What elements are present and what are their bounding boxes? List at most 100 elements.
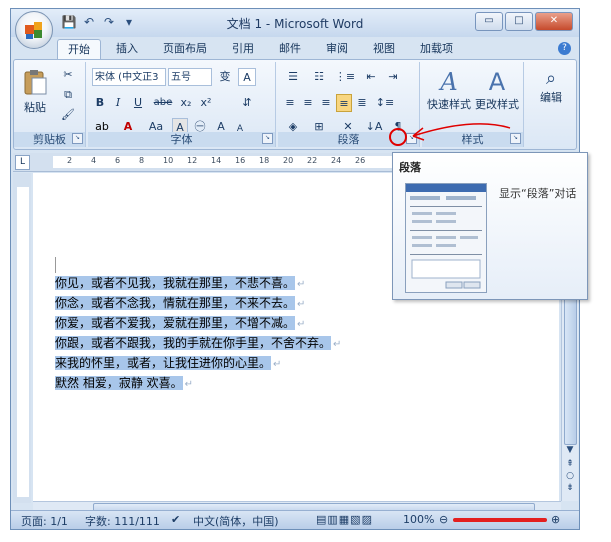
strikethrough-button[interactable]: abe xyxy=(152,94,174,112)
next-page-icon[interactable]: ⇟ xyxy=(564,483,576,493)
bold-button[interactable]: B xyxy=(92,94,108,112)
change-case-icon[interactable]: ⇵ xyxy=(238,94,256,112)
document-text[interactable]: 你见，或者不见我，我就在那里，不悲不喜。 ↵ 你念，或者不念我，情就在那里，不来不去… xyxy=(55,273,341,393)
superscript-button[interactable]: x² xyxy=(198,94,214,112)
title-bar: 💾 ↶ ↷ ▾ 文档 1 - Microsoft Word ▭ □ ✕ xyxy=(11,9,579,37)
format-painter-icon[interactable]: 🖌 xyxy=(58,106,78,124)
zoom-slider[interactable] xyxy=(453,518,547,522)
selected-text[interactable]: 来我的怀里，或者，让我住进你的心里。 xyxy=(55,356,272,370)
font-size-select[interactable]: 五号 xyxy=(168,68,212,86)
document-line[interactable]: 默然 相爱，寂静 欢喜。 ↵ xyxy=(55,373,341,393)
ruler-number: 6 xyxy=(115,156,121,165)
scroll-down-icon[interactable]: ▼ xyxy=(564,445,576,455)
tooltip-description: 显示“段落”对话 xyxy=(499,187,577,200)
tab-home[interactable]: 开始 xyxy=(57,39,101,60)
text-cursor xyxy=(55,257,56,273)
quick-styles-icon: A xyxy=(440,68,458,96)
ruler-number: 14 xyxy=(211,156,222,165)
tab-insert[interactable]: 插入 xyxy=(106,39,148,59)
minimize-button[interactable]: ▭ xyxy=(475,12,503,31)
zoom-in-icon[interactable]: ⊕ xyxy=(551,513,560,526)
proofing-icon[interactable]: ✔ xyxy=(171,513,180,526)
window-controls: ▭ □ ✕ xyxy=(475,12,573,31)
bullets-icon[interactable]: ☰ xyxy=(282,68,304,86)
office-button[interactable] xyxy=(15,11,53,49)
underline-button[interactable]: U xyxy=(130,94,146,112)
selected-text[interactable]: 你念，或者不念我，情就在那里，不来不去。 xyxy=(55,296,296,310)
paste-button[interactable]: 粘贴 xyxy=(20,68,50,115)
zoom-level[interactable]: 100% xyxy=(403,513,434,526)
browse-object-icon[interactable]: ○ xyxy=(564,471,576,481)
view-buttons[interactable]: ▤▥▦▧▨ xyxy=(316,513,373,526)
clear-format-icon[interactable]: 变 xyxy=(216,68,234,86)
justify-icon[interactable]: ≡ xyxy=(336,94,352,112)
ruler-number: 2 xyxy=(67,156,73,165)
tab-addins[interactable]: 加载项 xyxy=(410,39,463,59)
word-count[interactable]: 字数: 111/111 xyxy=(85,513,160,529)
copy-icon[interactable]: ⧉ xyxy=(58,86,78,104)
tab-view[interactable]: 视图 xyxy=(363,39,405,59)
change-styles-button[interactable]: A 更改样式 xyxy=(474,68,520,112)
font-group-label: 字体 xyxy=(88,132,275,147)
tab-selector-icon[interactable]: L xyxy=(15,155,30,170)
ruler-number: 8 xyxy=(139,156,145,165)
selected-text[interactable]: 你跟，或者不跟我，我的手就在你手里，不舍不弃。 xyxy=(55,336,332,350)
ruler-number: 18 xyxy=(259,156,270,165)
subscript-button[interactable]: x₂ xyxy=(178,94,194,112)
paragraph-mark-icon: ↵ xyxy=(297,319,306,330)
font-group: 宋体 (中文正3 五号 变 A B I U abe x₂ x² ⇵ ab A A… xyxy=(88,62,276,147)
char-border-icon[interactable]: A xyxy=(238,68,256,86)
clipboard-group: 粘贴 ✂ ⧉ 🖌 剪贴板 ↘ xyxy=(14,62,86,147)
document-line[interactable]: 你爱，或者不爱我，爱就在那里，不增不减。 ↵ xyxy=(55,313,341,333)
document-line[interactable]: 你跟，或者不跟我，我的手就在你手里，不舍不弃。 ↵ xyxy=(55,333,341,353)
selected-text[interactable]: 默然 相爱，寂静 欢喜。 xyxy=(55,376,183,390)
ruler-number: 22 xyxy=(307,156,318,165)
decrease-indent-icon[interactable]: ⇤ xyxy=(362,68,380,86)
tab-review[interactable]: 审阅 xyxy=(316,39,358,59)
page-count[interactable]: 页面: 1/1 xyxy=(21,513,68,529)
align-left-icon[interactable]: ≡ xyxy=(282,94,298,112)
align-right-icon[interactable]: ≡ xyxy=(318,94,334,112)
multilevel-list-icon[interactable]: ⋮≡ xyxy=(334,68,356,86)
distributed-icon[interactable]: ≣ xyxy=(354,94,370,112)
change-styles-icon: A xyxy=(488,68,506,96)
document-line[interactable]: 来我的怀里，或者，让我住进你的心里。 ↵ xyxy=(55,353,341,373)
paragraph-dialog-preview xyxy=(405,183,487,293)
document-line[interactable]: 你见，或者不见我，我就在那里，不悲不喜。 ↵ xyxy=(55,273,341,293)
italic-button[interactable]: I xyxy=(110,94,126,112)
ruler-number: 20 xyxy=(283,156,294,165)
document-line[interactable]: 你念，或者不念我，情就在那里，不来不去。 ↵ xyxy=(55,293,341,313)
language-status[interactable]: 中文(简体，中国) xyxy=(193,513,279,529)
paragraph-mark-icon: ↵ xyxy=(273,359,282,370)
prev-page-icon[interactable]: ⇞ xyxy=(564,459,576,469)
vertical-ruler xyxy=(13,173,31,503)
editing-button[interactable]: ⌕ 编辑 xyxy=(528,68,574,105)
paragraph-mark-icon: ↵ xyxy=(333,339,342,350)
align-center-icon[interactable]: ≡ xyxy=(300,94,316,112)
numbering-icon[interactable]: ☷ xyxy=(308,68,330,86)
selected-text[interactable]: 你爱，或者不爱我，爱就在那里，不增不减。 xyxy=(55,316,296,330)
find-icon: ⌕ xyxy=(545,68,557,89)
help-icon[interactable]: ? xyxy=(558,42,571,55)
cut-icon[interactable]: ✂ xyxy=(58,66,78,84)
line-spacing-icon[interactable]: ↕≡ xyxy=(374,94,396,112)
ruler-number: 4 xyxy=(91,156,97,165)
paragraph-mark-icon: ↵ xyxy=(184,379,194,390)
close-button[interactable]: ✕ xyxy=(535,12,573,31)
increase-indent-icon[interactable]: ⇥ xyxy=(384,68,402,86)
office-logo-icon xyxy=(25,22,42,39)
red-arrow-annotation xyxy=(412,123,511,141)
tab-mailings[interactable]: 邮件 xyxy=(269,39,311,59)
tab-page-layout[interactable]: 页面布局 xyxy=(153,39,217,59)
selected-text[interactable]: 你见，或者不见我，我就在那里，不悲不喜。 xyxy=(55,276,296,290)
change-styles-label: 更改样式 xyxy=(475,98,519,111)
quick-styles-button[interactable]: A 快速样式 xyxy=(426,68,472,112)
editing-label: 编辑 xyxy=(540,91,562,104)
clipboard-launcher-icon[interactable]: ↘ xyxy=(72,133,83,144)
font-name-select[interactable]: 宋体 (中文正3 xyxy=(92,68,166,86)
font-launcher-icon[interactable]: ↘ xyxy=(262,133,273,144)
tab-references[interactable]: 引用 xyxy=(222,39,264,59)
vertical-ruler-track[interactable] xyxy=(17,187,29,497)
zoom-out-icon[interactable]: ⊖ xyxy=(439,513,448,526)
maximize-button[interactable]: □ xyxy=(505,12,533,31)
